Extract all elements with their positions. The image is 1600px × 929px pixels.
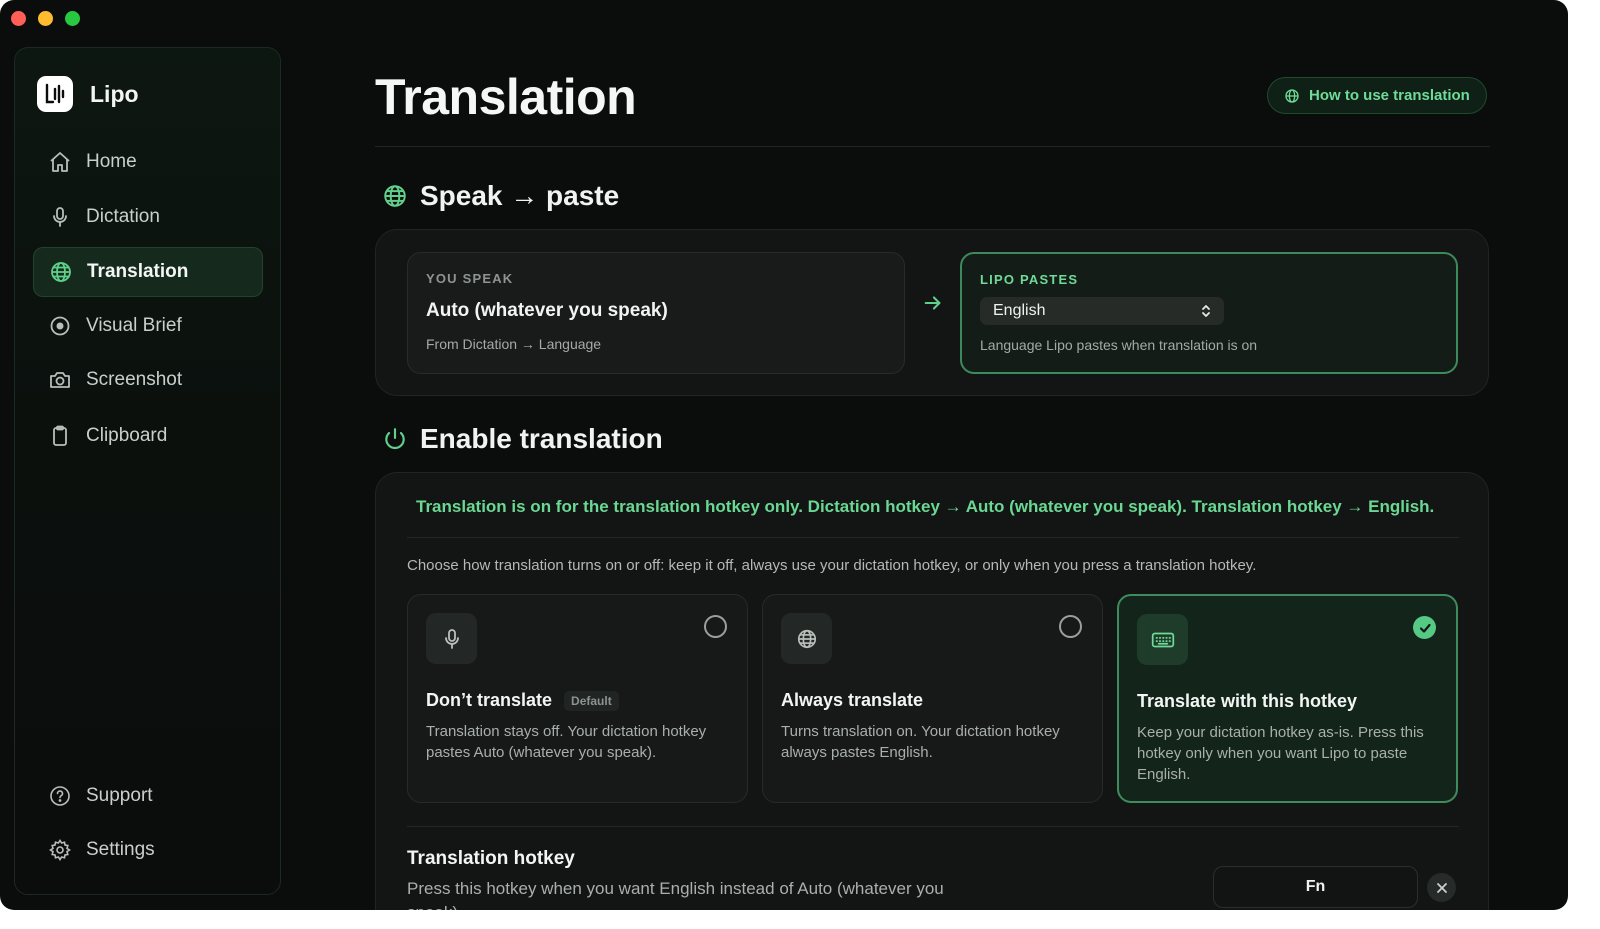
lipo-logo-icon [37, 76, 73, 112]
lipo-pastes-hint: Language Lipo pastes when translation is… [980, 337, 1258, 353]
camera-icon [48, 368, 72, 392]
option-title-row: Don’t translate Default [426, 690, 729, 711]
sidebar: Lipo Home Dictation Translation Visual B… [14, 47, 281, 895]
radio-button[interactable] [1059, 615, 1082, 638]
sidebar-item-screenshot[interactable]: Screenshot [33, 355, 263, 405]
enable-translation-heading: Enable translation [382, 423, 663, 455]
you-speak-source: From Dictation → Language [426, 336, 602, 352]
globe-icon [384, 185, 406, 207]
how-to-use-translation-button[interactable]: How to use translation [1267, 77, 1487, 114]
close-window-button[interactable] [11, 11, 26, 26]
checkmark-icon [1419, 623, 1431, 633]
lipo-pastes-label: LIPO PASTES [980, 272, 1079, 287]
close-icon [1436, 882, 1447, 893]
option-title: Translate with this hotkey [1137, 691, 1358, 711]
speak-paste-card: YOU SPEAK Auto (whatever you speak) From… [375, 229, 1489, 396]
hotkey-description: Press this hotkey when you want English … [407, 879, 944, 910]
section-title: Enable translation [420, 423, 663, 454]
globe-icon [49, 260, 73, 284]
brand: Lipo [37, 76, 139, 112]
option-description: Keep your dictation hotkey as-is. Press … [1137, 724, 1424, 783]
option-dont-translate[interactable]: Don’t translate Default Translation stay… [407, 594, 748, 803]
default-badge: Default [564, 690, 619, 711]
sidebar-item-translation[interactable]: Translation [33, 247, 263, 297]
sidebar-item-visual-brief[interactable]: Visual Brief [33, 301, 263, 351]
option-translate-with-hotkey[interactable]: Translate with this hotkey Keep your dic… [1117, 594, 1458, 803]
enable-translation-card: Translation is on for the translation ho… [375, 472, 1489, 910]
sidebar-item-label: Visual Brief [86, 315, 182, 336]
radio-button-checked[interactable] [1413, 616, 1436, 639]
you-speak-value: Auto (whatever you speak) [426, 300, 668, 321]
lipo-pastes-box: LIPO PASTES English Language Lipo pastes… [960, 252, 1458, 374]
help-button-label: How to use translation [1309, 87, 1470, 104]
microphone-icon [426, 613, 477, 664]
you-speak-box: YOU SPEAK Auto (whatever you speak) From… [407, 252, 905, 374]
section-title: Speak → paste [420, 180, 620, 211]
sidebar-item-label: Screenshot [86, 369, 183, 390]
sidebar-item-label: Translation [87, 261, 189, 282]
hotkey-recorder-button[interactable]: Fn [1213, 866, 1418, 908]
mode-description: Choose how translation turns on or off: … [407, 557, 1257, 574]
sidebar-item-label: Support [86, 785, 153, 806]
clear-hotkey-button[interactable] [1427, 873, 1456, 902]
sidebar-item-support[interactable]: Support [33, 771, 263, 821]
globe-icon [1285, 88, 1299, 103]
arrow-right-icon [922, 292, 944, 319]
sidebar-item-home[interactable]: Home [33, 137, 263, 187]
card-divider [407, 537, 1459, 538]
clipboard-icon [48, 424, 72, 448]
app-window: Lipo Home Dictation Translation Visual B… [0, 0, 1568, 910]
option-description: Translation stays off. Your dictation ho… [426, 723, 707, 761]
sidebar-item-label: Dictation [86, 206, 160, 227]
option-title: Always translate [781, 690, 924, 710]
sidebar-item-settings[interactable]: Settings [33, 825, 263, 875]
you-speak-label: YOU SPEAK [426, 271, 514, 286]
gear-icon [48, 838, 72, 862]
sidebar-item-dictation[interactable]: Dictation [33, 192, 263, 242]
zoom-window-button[interactable] [65, 11, 80, 26]
option-description: Turns translation on. Your dictation hot… [781, 723, 1060, 761]
globe-icon [781, 613, 832, 664]
sidebar-item-label: Home [86, 151, 137, 172]
option-title: Don’t translate [426, 690, 553, 710]
hotkey-title: Translation hotkey [407, 848, 575, 869]
card-divider [407, 826, 1459, 827]
minimize-window-button[interactable] [38, 11, 53, 26]
sidebar-item-label: Settings [86, 839, 155, 860]
power-icon [385, 428, 405, 450]
keyboard-icon [1137, 614, 1188, 665]
translation-status-text: Translation is on for the translation ho… [416, 497, 1435, 516]
help-circle-icon [48, 784, 72, 808]
header-divider [375, 146, 1490, 147]
window-controls [11, 11, 80, 26]
option-always-translate[interactable]: Always translate Turns translation on. Y… [762, 594, 1103, 803]
sidebar-item-label: Clipboard [86, 425, 168, 446]
app-name: Lipo [90, 80, 139, 107]
microphone-icon [48, 205, 72, 229]
page-title: Translation [375, 69, 637, 125]
paste-language-select[interactable]: English [980, 297, 1224, 325]
paste-language-value: English [993, 302, 1046, 319]
record-icon [48, 314, 72, 338]
home-icon [48, 150, 72, 174]
radio-button[interactable] [704, 615, 727, 638]
speak-paste-heading: Speak → paste [382, 180, 619, 212]
chevron-updown-icon [1202, 305, 1210, 317]
sidebar-item-clipboard[interactable]: Clipboard [33, 411, 263, 461]
